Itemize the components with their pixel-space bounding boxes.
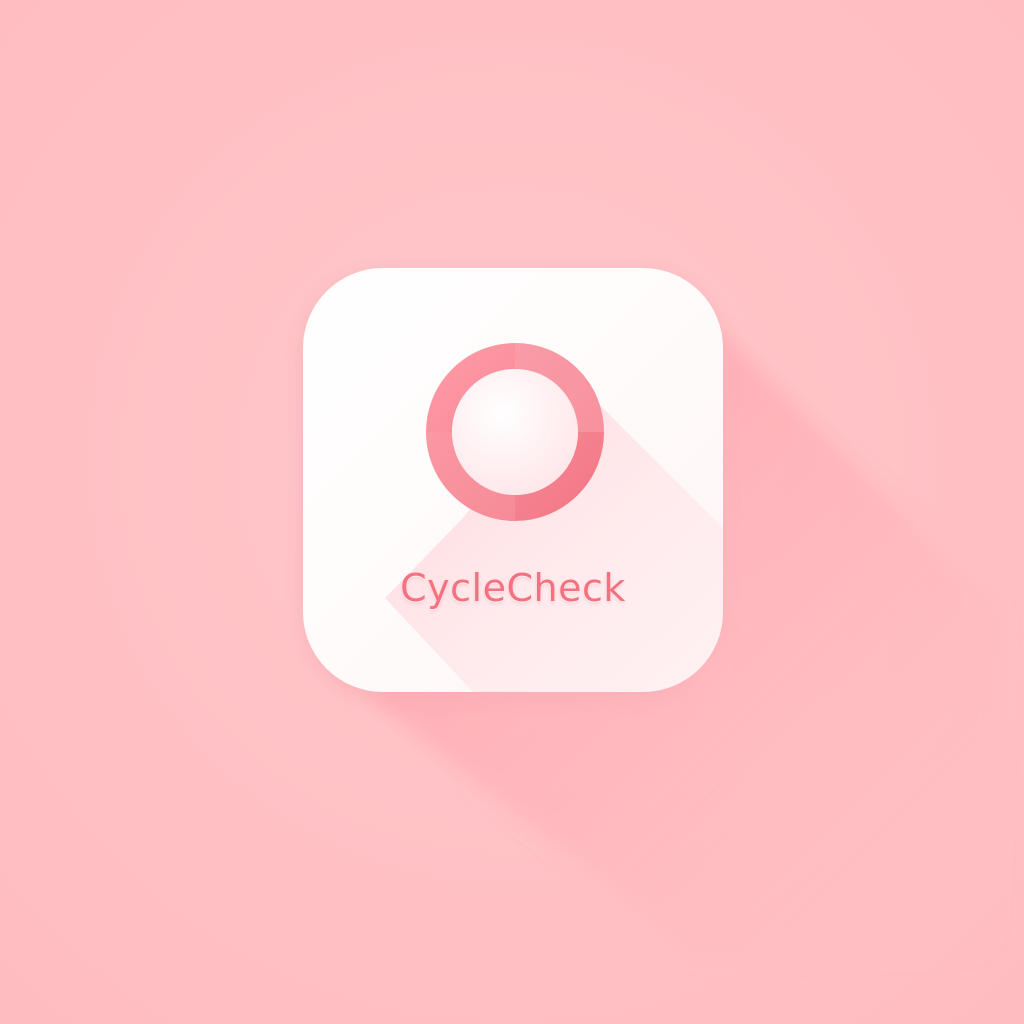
- app-name-label: CycleCheck: [400, 566, 626, 610]
- cycle-ring-icon: [426, 343, 604, 521]
- app-icon-tile[interactable]: CycleCheck: [303, 268, 723, 692]
